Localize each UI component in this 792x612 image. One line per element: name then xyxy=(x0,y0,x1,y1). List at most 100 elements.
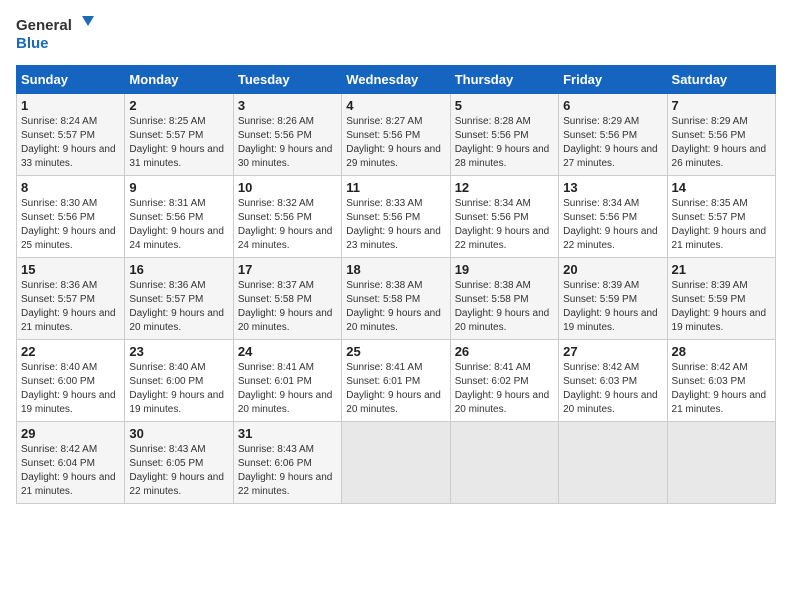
calendar-cell: 21 Sunrise: 8:39 AMSunset: 5:59 PMDayligh… xyxy=(667,257,775,339)
calendar-cell: 18 Sunrise: 8:38 AMSunset: 5:58 PMDayligh… xyxy=(342,257,450,339)
day-info: Sunrise: 8:29 AMSunset: 5:56 PMDaylight:… xyxy=(563,115,662,171)
day-info: Sunrise: 8:42 AMSunset: 6:03 PMDaylight:… xyxy=(672,361,771,417)
day-info: Sunrise: 8:24 AMSunset: 5:57 PMDaylight:… xyxy=(21,115,120,171)
day-number: 28 xyxy=(672,344,771,359)
day-info: Sunrise: 8:26 AMSunset: 5:56 PMDaylight:… xyxy=(238,115,337,171)
calendar-week-4: 22 Sunrise: 8:40 AMSunset: 6:00 PMDayligh… xyxy=(17,339,776,421)
day-number: 19 xyxy=(455,262,554,277)
day-number: 18 xyxy=(346,262,445,277)
day-info: Sunrise: 8:40 AMSunset: 6:00 PMDaylight:… xyxy=(129,361,228,417)
day-number: 6 xyxy=(563,98,662,113)
calendar-cell: 31Sunrise: 8:43 AMSunset: 6:06 PMDayligh… xyxy=(233,421,341,503)
day-info: Sunrise: 8:35 AMSunset: 5:57 PMDaylight:… xyxy=(672,197,771,253)
day-info: Sunrise: 8:41 AMSunset: 6:01 PMDaylight:… xyxy=(238,361,337,417)
calendar-cell: 1 Sunrise: 8:24 AMSunset: 5:57 PMDaylight… xyxy=(17,93,125,175)
day-number: 14 xyxy=(672,180,771,195)
calendar-cell xyxy=(450,421,558,503)
calendar-cell: 14 Sunrise: 8:35 AMSunset: 5:57 PMDayligh… xyxy=(667,175,775,257)
calendar-cell: 9Sunrise: 8:31 AMSunset: 5:56 PMDaylight… xyxy=(125,175,233,257)
weekday-header-row: SundayMondayTuesdayWednesdayThursdayFrid… xyxy=(17,65,776,93)
day-info: Sunrise: 8:41 AMSunset: 6:01 PMDaylight:… xyxy=(346,361,445,417)
weekday-header-friday: Friday xyxy=(559,65,667,93)
day-info: Sunrise: 8:27 AMSunset: 5:56 PMDaylight:… xyxy=(346,115,445,171)
day-number: 23 xyxy=(129,344,228,359)
calendar-cell: 5Sunrise: 8:28 AMSunset: 5:56 PMDaylight… xyxy=(450,93,558,175)
day-number: 2 xyxy=(129,98,228,113)
day-number: 4 xyxy=(346,98,445,113)
day-number: 7 xyxy=(672,98,771,113)
day-number: 27 xyxy=(563,344,662,359)
day-info: Sunrise: 8:41 AMSunset: 6:02 PMDaylight:… xyxy=(455,361,554,417)
logo-blue: Blue xyxy=(16,36,94,53)
day-info: Sunrise: 8:42 AMSunset: 6:04 PMDaylight:… xyxy=(21,443,120,499)
calendar-table: SundayMondayTuesdayWednesdayThursdayFrid… xyxy=(16,65,776,504)
calendar-cell: 27 Sunrise: 8:42 AMSunset: 6:03 PMDayligh… xyxy=(559,339,667,421)
day-info: Sunrise: 8:38 AMSunset: 5:58 PMDaylight:… xyxy=(455,279,554,335)
calendar-cell: 7 Sunrise: 8:29 AMSunset: 5:56 PMDaylight… xyxy=(667,93,775,175)
calendar-cell: 24Sunrise: 8:41 AMSunset: 6:01 PMDayligh… xyxy=(233,339,341,421)
calendar-cell: 8 Sunrise: 8:30 AMSunset: 5:56 PMDaylight… xyxy=(17,175,125,257)
calendar-cell: 12 Sunrise: 8:34 AMSunset: 5:56 PMDayligh… xyxy=(450,175,558,257)
day-number: 17 xyxy=(238,262,337,277)
day-number: 22 xyxy=(21,344,120,359)
calendar-cell: 23 Sunrise: 8:40 AMSunset: 6:00 PMDayligh… xyxy=(125,339,233,421)
day-number: 25 xyxy=(346,344,445,359)
day-info: Sunrise: 8:40 AMSunset: 6:00 PMDaylight:… xyxy=(21,361,120,417)
weekday-header-sunday: Sunday xyxy=(17,65,125,93)
calendar-body: 1 Sunrise: 8:24 AMSunset: 5:57 PMDaylight… xyxy=(17,93,776,503)
day-number: 10 xyxy=(238,180,337,195)
day-info: Sunrise: 8:43 AMSunset: 6:06 PMDaylight:… xyxy=(238,443,337,499)
calendar-cell: 11 Sunrise: 8:33 AMSunset: 5:56 PMDayligh… xyxy=(342,175,450,257)
day-number: 11 xyxy=(346,180,445,195)
day-info: Sunrise: 8:29 AMSunset: 5:56 PMDaylight:… xyxy=(672,115,771,171)
day-info: Sunrise: 8:39 AMSunset: 5:59 PMDaylight:… xyxy=(672,279,771,335)
calendar-cell: 16 Sunrise: 8:36 AMSunset: 5:57 PMDayligh… xyxy=(125,257,233,339)
calendar-cell xyxy=(559,421,667,503)
calendar-cell: 25 Sunrise: 8:41 AMSunset: 6:01 PMDayligh… xyxy=(342,339,450,421)
calendar-week-3: 15Sunrise: 8:36 AMSunset: 5:57 PMDayligh… xyxy=(17,257,776,339)
day-info: Sunrise: 8:42 AMSunset: 6:03 PMDaylight:… xyxy=(563,361,662,417)
calendar-cell: 15Sunrise: 8:36 AMSunset: 5:57 PMDayligh… xyxy=(17,257,125,339)
day-info: Sunrise: 8:30 AMSunset: 5:56 PMDaylight:… xyxy=(21,197,120,253)
day-number: 26 xyxy=(455,344,554,359)
day-info: Sunrise: 8:36 AMSunset: 5:57 PMDaylight:… xyxy=(129,279,228,335)
day-info: Sunrise: 8:34 AMSunset: 5:56 PMDaylight:… xyxy=(563,197,662,253)
day-number: 13 xyxy=(563,180,662,195)
weekday-header-tuesday: Tuesday xyxy=(233,65,341,93)
day-info: Sunrise: 8:25 AMSunset: 5:57 PMDaylight:… xyxy=(129,115,228,171)
logo-container: General Blue xyxy=(16,16,94,53)
calendar-cell: 6 Sunrise: 8:29 AMSunset: 5:56 PMDaylight… xyxy=(559,93,667,175)
day-number: 3 xyxy=(238,98,337,113)
day-info: Sunrise: 8:36 AMSunset: 5:57 PMDaylight:… xyxy=(21,279,120,335)
calendar-cell: 30 Sunrise: 8:43 AMSunset: 6:05 PMDayligh… xyxy=(125,421,233,503)
calendar-cell: 4 Sunrise: 8:27 AMSunset: 5:56 PMDaylight… xyxy=(342,93,450,175)
day-number: 21 xyxy=(672,262,771,277)
calendar-cell: 17Sunrise: 8:37 AMSunset: 5:58 PMDayligh… xyxy=(233,257,341,339)
weekday-header-monday: Monday xyxy=(125,65,233,93)
logo: General Blue xyxy=(16,16,94,53)
weekday-header-saturday: Saturday xyxy=(667,65,775,93)
day-info: Sunrise: 8:32 AMSunset: 5:56 PMDaylight:… xyxy=(238,197,337,253)
calendar-week-2: 8 Sunrise: 8:30 AMSunset: 5:56 PMDaylight… xyxy=(17,175,776,257)
day-number: 5 xyxy=(455,98,554,113)
day-info: Sunrise: 8:39 AMSunset: 5:59 PMDaylight:… xyxy=(563,279,662,335)
calendar-cell xyxy=(667,421,775,503)
calendar-cell: 20Sunrise: 8:39 AMSunset: 5:59 PMDayligh… xyxy=(559,257,667,339)
calendar-cell: 19 Sunrise: 8:38 AMSunset: 5:58 PMDayligh… xyxy=(450,257,558,339)
day-number: 12 xyxy=(455,180,554,195)
header: General Blue xyxy=(16,16,776,53)
calendar-cell: 10 Sunrise: 8:32 AMSunset: 5:56 PMDayligh… xyxy=(233,175,341,257)
day-info: Sunrise: 8:38 AMSunset: 5:58 PMDaylight:… xyxy=(346,279,445,335)
day-info: Sunrise: 8:33 AMSunset: 5:56 PMDaylight:… xyxy=(346,197,445,253)
calendar-cell: 13 Sunrise: 8:34 AMSunset: 5:56 PMDayligh… xyxy=(559,175,667,257)
day-number: 1 xyxy=(21,98,120,113)
calendar-cell: 22 Sunrise: 8:40 AMSunset: 6:00 PMDayligh… xyxy=(17,339,125,421)
day-number: 16 xyxy=(129,262,228,277)
day-number: 8 xyxy=(21,180,120,195)
day-number: 9 xyxy=(129,180,228,195)
day-number: 29 xyxy=(21,426,120,441)
calendar-week-1: 1 Sunrise: 8:24 AMSunset: 5:57 PMDaylight… xyxy=(17,93,776,175)
day-number: 30 xyxy=(129,426,228,441)
day-info: Sunrise: 8:34 AMSunset: 5:56 PMDaylight:… xyxy=(455,197,554,253)
day-info: Sunrise: 8:43 AMSunset: 6:05 PMDaylight:… xyxy=(129,443,228,499)
